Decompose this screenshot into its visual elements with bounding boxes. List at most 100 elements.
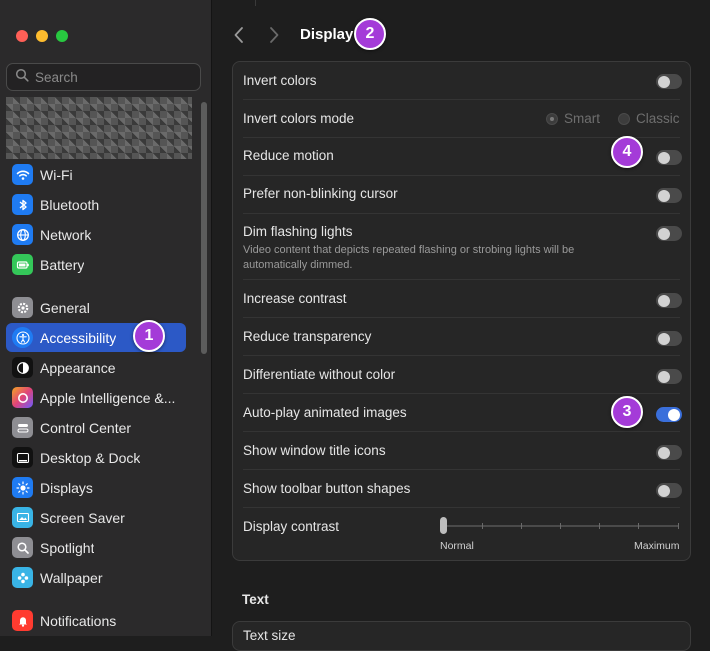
divider bbox=[243, 137, 680, 138]
differentiate-without-color-toggle[interactable] bbox=[656, 369, 682, 384]
forward-button[interactable] bbox=[268, 25, 280, 50]
search-input[interactable] bbox=[35, 69, 185, 85]
toolbar-button-shapes-toggle[interactable] bbox=[656, 483, 682, 498]
setting-label: Auto-play animated images bbox=[243, 405, 407, 420]
sidebar-item-desktop-dock[interactable]: Desktop & Dock bbox=[6, 443, 186, 472]
back-button[interactable] bbox=[233, 25, 245, 50]
setting-toolbar-button-shapes: Show toolbar button shapes bbox=[243, 481, 680, 496]
sidebar-item-label: Control Center bbox=[40, 419, 132, 436]
radio-smart[interactable]: Smart bbox=[546, 111, 600, 126]
globe-icon bbox=[12, 224, 33, 245]
setting-non-blinking-cursor: Prefer non-blinking cursor bbox=[243, 186, 680, 201]
page-title: Display bbox=[300, 26, 354, 43]
sidebar-item-wifi[interactable]: Wi-Fi bbox=[6, 160, 186, 189]
radio-button-selected bbox=[546, 112, 558, 125]
sidebar-item-label: Wi-Fi bbox=[40, 166, 73, 183]
sidebar-item-bluetooth[interactable]: Bluetooth bbox=[6, 190, 186, 219]
setting-label: Increase contrast bbox=[243, 291, 347, 306]
radio-label: Smart bbox=[564, 111, 601, 126]
slider-tick bbox=[482, 523, 483, 529]
setting-label: Show window title icons bbox=[243, 443, 386, 458]
divider bbox=[243, 393, 680, 394]
sidebar-item-label: Wallpaper bbox=[40, 569, 103, 586]
window-divider bbox=[255, 0, 256, 6]
divider bbox=[243, 317, 680, 318]
battery-icon bbox=[12, 254, 33, 275]
dim-flashing-lights-toggle[interactable] bbox=[656, 226, 682, 241]
sidebar-item-appearance[interactable]: Appearance bbox=[6, 353, 186, 382]
setting-invert-colors: Invert colors bbox=[243, 73, 680, 88]
slider-tick bbox=[599, 523, 600, 529]
sidebar-item-wallpaper[interactable]: Wallpaper bbox=[6, 563, 186, 592]
accessibility-icon bbox=[12, 327, 33, 348]
zoom-window-button[interactable] bbox=[56, 30, 68, 42]
setting-label: Dim flashing lights bbox=[243, 224, 353, 239]
sidebar-item-displays[interactable]: Displays bbox=[6, 473, 186, 502]
slider-tick bbox=[678, 523, 679, 529]
sidebar-item-control-center[interactable]: Control Center bbox=[6, 413, 186, 442]
setting-description: Video content that depicts repeated flas… bbox=[243, 244, 575, 271]
dock-icon bbox=[12, 447, 33, 468]
close-window-button[interactable] bbox=[16, 30, 28, 42]
apple-intelligence-icon bbox=[12, 387, 33, 408]
divider bbox=[243, 469, 680, 470]
setting-dim-flashing-lights: Dim flashing lights Video content that d… bbox=[243, 224, 680, 273]
radio-button bbox=[618, 112, 630, 125]
sidebar-item-label: Apple Intelligence &... bbox=[40, 389, 176, 406]
setting-label: Differentiate without color bbox=[243, 367, 396, 382]
invert-colors-toggle[interactable] bbox=[656, 74, 682, 89]
sidebar-item-label: Screen Saver bbox=[40, 509, 125, 526]
reduce-transparency-toggle[interactable] bbox=[656, 331, 682, 346]
setting-invert-colors-mode: Invert colors mode bbox=[243, 111, 680, 126]
search-icon bbox=[15, 68, 29, 87]
setting-label: Prefer non-blinking cursor bbox=[243, 186, 398, 201]
setting-label: Reduce transparency bbox=[243, 329, 372, 344]
autoplay-animated-images-toggle[interactable] bbox=[656, 407, 682, 422]
sidebar-item-label: Accessibility bbox=[40, 329, 117, 346]
control-center-icon bbox=[12, 417, 33, 438]
divider bbox=[243, 175, 680, 176]
sidebar-item-apple-intelligence[interactable]: Apple Intelligence &... bbox=[6, 383, 186, 412]
sidebar-item-spotlight[interactable]: Spotlight bbox=[6, 533, 186, 562]
annotation-badge: 4 bbox=[611, 136, 643, 168]
sidebar-item-label: Displays bbox=[40, 479, 93, 496]
radio-classic[interactable]: Classic bbox=[618, 111, 680, 126]
sidebar-item-battery[interactable]: Battery bbox=[6, 250, 186, 279]
sidebar-item-label: Bluetooth bbox=[40, 196, 100, 213]
non-blinking-cursor-toggle[interactable] bbox=[656, 188, 682, 203]
bluetooth-icon bbox=[12, 194, 33, 215]
setting-label: Invert colors mode bbox=[243, 111, 355, 126]
divider bbox=[243, 355, 680, 356]
sidebar-item-label: Battery bbox=[40, 256, 85, 273]
slider-knob[interactable] bbox=[440, 517, 447, 534]
window-title-icons-toggle[interactable] bbox=[656, 445, 682, 460]
wifi-icon bbox=[12, 164, 33, 185]
sidebar-item-label: Appearance bbox=[40, 359, 116, 376]
increase-contrast-toggle[interactable] bbox=[656, 293, 682, 308]
setting-label: Reduce motion bbox=[243, 148, 334, 163]
appearance-icon bbox=[12, 357, 33, 378]
sidebar-item-notifications[interactable]: Notifications bbox=[6, 606, 186, 635]
chevron-left-icon bbox=[234, 27, 243, 43]
sidebar-scrollbar[interactable] bbox=[201, 102, 207, 354]
window-controls bbox=[16, 30, 68, 42]
sun-icon bbox=[12, 477, 33, 498]
sidebar-item-general[interactable]: General bbox=[6, 293, 186, 322]
setting-label: Display contrast bbox=[243, 519, 340, 534]
minimize-window-button[interactable] bbox=[36, 30, 48, 42]
reduce-motion-toggle[interactable] bbox=[656, 150, 682, 165]
account-avatar-pixelated[interactable] bbox=[6, 97, 192, 159]
gear-icon bbox=[12, 297, 33, 318]
setting-window-title-icons: Show window title icons bbox=[243, 443, 680, 458]
annotation-badge: 2 bbox=[354, 18, 386, 50]
sidebar-item-label: Notifications bbox=[40, 612, 117, 629]
sidebar-item-screen-saver[interactable]: Screen Saver bbox=[6, 503, 186, 532]
divider bbox=[243, 431, 680, 432]
divider bbox=[243, 279, 680, 280]
search-field[interactable] bbox=[6, 63, 201, 91]
setting-label: Invert colors bbox=[243, 73, 317, 88]
sidebar-item-label: General bbox=[40, 299, 90, 316]
sidebar-item-network[interactable]: Network bbox=[6, 220, 186, 249]
sidebar-item-label: Desktop & Dock bbox=[40, 449, 141, 466]
sidebar: Wi-Fi Bluetooth Network Battery General … bbox=[0, 0, 212, 636]
